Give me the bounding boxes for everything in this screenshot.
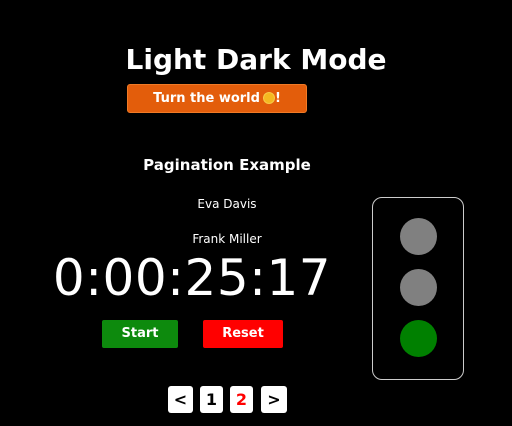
pagination-page-button-current[interactable]: 2 [230,386,253,413]
pagination-page-button[interactable]: 1 [200,386,223,413]
pagination-title: Pagination Example [143,156,311,174]
pagination-next-button[interactable]: > [261,386,287,413]
start-button[interactable]: Start [102,320,178,348]
traffic-light-red-lamp [400,218,437,255]
stopwatch-display: 0:00:25:17 [52,249,332,307]
pagination-prev-button[interactable]: < [168,386,193,413]
theme-toggle-button[interactable]: Turn the world! [127,84,307,113]
theme-toggle-label: Turn the world [153,91,260,106]
traffic-light [372,197,464,380]
theme-toggle-suffix: ! [274,91,281,106]
page-title: Light Dark Mode [125,43,387,76]
traffic-light-yellow-lamp [400,269,437,306]
reset-button[interactable]: Reset [203,320,283,348]
traffic-light-green-lamp [400,320,437,357]
sun-icon [263,93,274,103]
